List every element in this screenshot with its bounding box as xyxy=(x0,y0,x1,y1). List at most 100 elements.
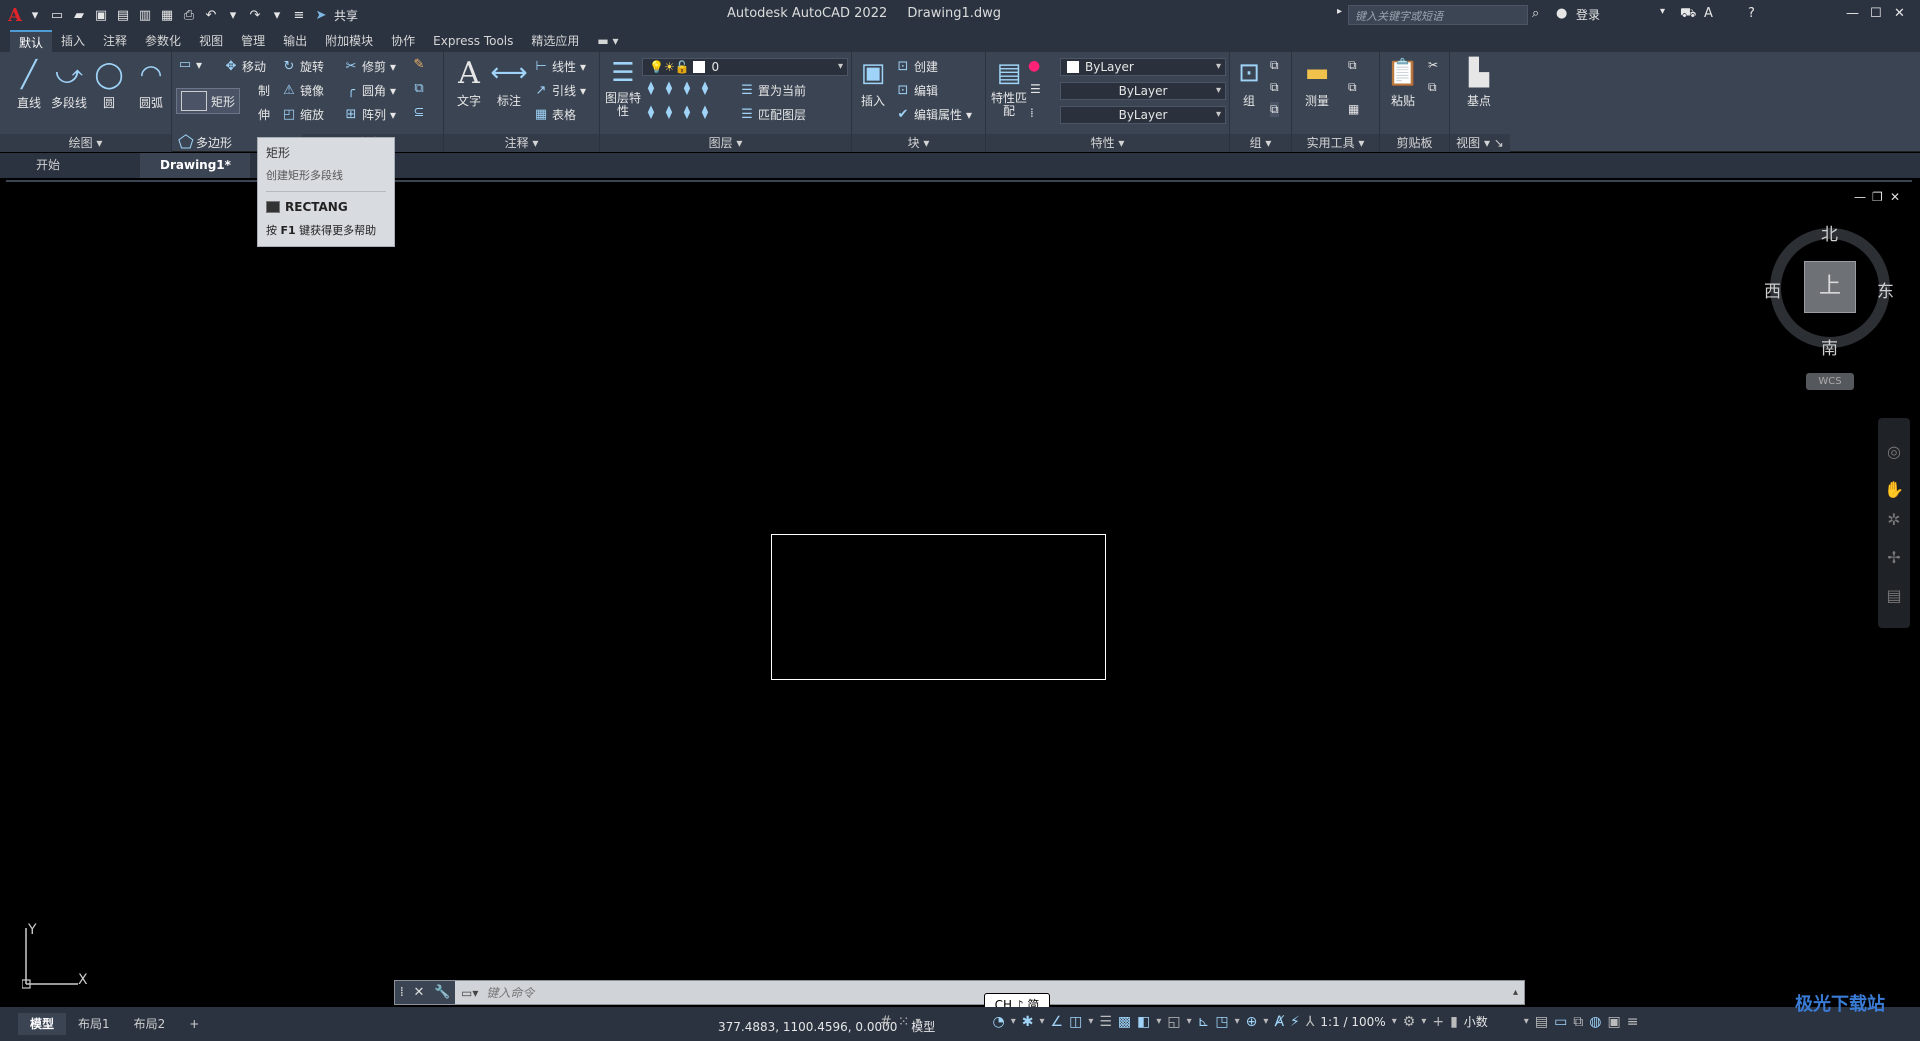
scale-dropdown-icon[interactable]: ▾ xyxy=(1392,1016,1397,1027)
base-point-button[interactable]: ▙ 基点 xyxy=(1458,56,1500,109)
share-button[interactable]: 共享 xyxy=(334,7,358,24)
drawing-tab[interactable]: Drawing1* xyxy=(140,153,250,178)
dropdown-arrow-icon[interactable]: ▾ xyxy=(26,6,44,24)
stretch-button[interactable]: 伸 xyxy=(258,106,270,123)
layer-tool-icon[interactable]: ⧫ xyxy=(662,106,676,120)
drawing-canvas[interactable]: — ❐ ✕ xyxy=(6,180,1912,1008)
array-button[interactable]: ⊞ 阵列 ▾ xyxy=(344,106,397,123)
lineweight-toggle-icon[interactable]: ☰ xyxy=(1099,1014,1112,1030)
maximize-icon[interactable]: ☐ xyxy=(1870,6,1882,21)
object-snap-icon[interactable]: ◫ xyxy=(1069,1014,1082,1030)
cart-icon[interactable]: ⛟ xyxy=(1680,6,1696,23)
polar-dropdown-icon[interactable]: ▾ xyxy=(1011,1016,1016,1027)
polygon-button[interactable]: ⬠ 多边形 xyxy=(178,133,232,151)
utilities-panel-title[interactable]: 实用工具 ▾ xyxy=(1292,134,1379,152)
match-layer-button[interactable]: ☰ 匹配图层 xyxy=(740,106,806,123)
start-tab[interactable]: 开始 xyxy=(0,153,140,178)
dimension-button[interactable]: ⟷ 标注 xyxy=(488,56,530,109)
group-edit-icon[interactable]: ⧉ xyxy=(1270,80,1279,95)
viewport-close-icon[interactable]: ✕ xyxy=(1890,190,1900,204)
rectangle-dropdown-icon[interactable]: ▭ ▾ xyxy=(178,58,202,73)
share-icon[interactable]: ➤ xyxy=(312,6,330,24)
compass-east[interactable]: 东 xyxy=(1877,277,1894,302)
gizmo-dropdown-icon[interactable]: ▾ xyxy=(1263,1016,1268,1027)
login-dropdown-icon[interactable]: ▾ xyxy=(1660,6,1665,17)
close-command-line-icon[interactable]: ✕ xyxy=(414,985,425,1000)
save-icon[interactable]: ▣ xyxy=(92,6,110,24)
explode-button[interactable]: ⧉ xyxy=(412,82,426,96)
tab-addins[interactable]: 附加模块 xyxy=(316,30,382,52)
ungroup-icon[interactable]: ⧉ xyxy=(1270,58,1279,73)
steering-wheel-icon[interactable]: ◎ xyxy=(1884,442,1904,462)
redo-dropdown-icon[interactable]: ▾ xyxy=(268,6,286,24)
autocad-logo-icon[interactable]: A xyxy=(8,5,22,26)
viewcube-top-face[interactable]: 上 xyxy=(1804,261,1856,313)
pan-icon[interactable]: ✋ xyxy=(1884,480,1904,500)
properties-panel-title[interactable]: 特性 ▾ xyxy=(986,134,1229,152)
isodraft-icon[interactable]: ✱ xyxy=(1022,1014,1034,1030)
compass-north[interactable]: 北 xyxy=(1821,220,1838,245)
save-as-icon[interactable]: ▤ xyxy=(114,6,132,24)
polar-tracking-icon[interactable]: ◔ xyxy=(993,1014,1005,1030)
snap-dropdown-icon[interactable]: ▾ xyxy=(915,1016,920,1027)
fillet-button[interactable]: ╭ 圆角 ▾ xyxy=(344,82,396,99)
edit-block-button[interactable]: ⊡ 编辑 xyxy=(896,82,938,99)
selection-dropdown-icon[interactable]: ▾ xyxy=(1156,1016,1161,1027)
isolate-objects-icon[interactable]: ⧉ xyxy=(1573,1014,1583,1030)
tab-insert[interactable]: 插入 xyxy=(52,30,94,52)
tab-view[interactable]: 视图 xyxy=(190,30,232,52)
color-dropdown[interactable]: ByLayer ▾ xyxy=(1060,58,1226,76)
web-mobile-save-icon[interactable]: ▦ xyxy=(158,6,176,24)
search-icon[interactable]: ⌕ xyxy=(1532,6,1539,21)
copy-button[interactable]: 制 xyxy=(258,82,270,99)
block-panel-title[interactable]: 块 ▾ xyxy=(852,134,985,152)
quick-properties-icon[interactable]: ▤ xyxy=(1535,1014,1548,1030)
layer-tool-icon[interactable]: ⧫ xyxy=(644,82,658,96)
autodesk-a360-icon[interactable]: A xyxy=(1704,6,1713,21)
offset-button[interactable]: ⊆ xyxy=(412,106,426,120)
layer-tool-icon[interactable]: ⧫ xyxy=(680,82,694,96)
grid-icon[interactable]: # xyxy=(880,1014,892,1030)
layer-properties-button[interactable]: ☰ 图层特性 xyxy=(602,56,644,118)
snap-icon[interactable]: ⁙ xyxy=(898,1014,910,1030)
customization-menu-icon[interactable]: ≡ xyxy=(1627,1014,1639,1030)
tab-default[interactable]: 默认 xyxy=(10,30,53,52)
measure-button[interactable]: ▬ 测量 xyxy=(1296,56,1338,109)
groups-panel-title[interactable]: 组 ▾ xyxy=(1230,134,1291,152)
help-search-input[interactable]: 键入关键字或短语 xyxy=(1348,5,1528,25)
transparency-icon[interactable]: ▩ xyxy=(1118,1014,1131,1030)
cut-icon[interactable]: ✂ xyxy=(1428,58,1438,72)
trim-button[interactable]: ✂ 修剪 ▾ xyxy=(344,58,397,75)
hardware-acceleration-icon[interactable]: ◍ xyxy=(1589,1014,1601,1030)
tab-collaborate[interactable]: 协作 xyxy=(382,30,424,52)
units-value[interactable]: 小数 xyxy=(1464,1013,1518,1030)
layout-tab-1[interactable]: 布局1 xyxy=(66,1013,122,1035)
filter-dropdown-icon[interactable]: ▾ xyxy=(1235,1016,1240,1027)
web-mobile-open-icon[interactable]: ▥ xyxy=(136,6,154,24)
open-folder-icon[interactable]: ▰ xyxy=(70,6,88,24)
ribbon-minimize-toggle-icon[interactable]: ▬ ▾ xyxy=(588,30,627,52)
layer-dropdown[interactable]: 💡☀🔓 0 ▾ xyxy=(642,58,848,76)
circle-button[interactable]: ◯ 圆 xyxy=(88,58,130,111)
group-select-icon[interactable]: ⧉ xyxy=(1270,102,1279,117)
annotation-scale-value[interactable]: 1:1 / 100% xyxy=(1320,1015,1385,1029)
line-button[interactable]: ╱ 直线 xyxy=(8,58,50,111)
undo-dropdown-icon[interactable]: ▾ xyxy=(224,6,242,24)
tab-parametric[interactable]: 参数化 xyxy=(136,30,190,52)
zoom-extents-icon[interactable]: ✲ xyxy=(1884,510,1904,530)
compass-west[interactable]: 西 xyxy=(1764,277,1781,302)
customize-wrench-icon[interactable]: 🔧 xyxy=(434,985,450,1000)
iso-dropdown-icon[interactable]: ▾ xyxy=(1039,1016,1044,1027)
move-button[interactable]: ✥ 移动 xyxy=(224,58,266,75)
viewport-restore-icon[interactable]: ❐ xyxy=(1872,190,1883,204)
selection-filter-icon[interactable]: ◳ xyxy=(1215,1014,1228,1030)
showmotion-icon[interactable]: ▤ xyxy=(1884,586,1904,606)
expand-search-icon[interactable]: ▸ xyxy=(1337,6,1342,17)
paste-button[interactable]: 📋 粘贴 xyxy=(1382,56,1424,109)
clean-screen-icon[interactable]: ▣ xyxy=(1608,1014,1621,1030)
table-button[interactable]: ▦ 表格 xyxy=(534,106,576,123)
layers-panel-title[interactable]: 图层 ▾ xyxy=(600,134,851,152)
arc-button[interactable]: ◠ 圆弧 xyxy=(130,58,172,111)
minimize-icon[interactable]: — xyxy=(1846,6,1859,21)
tab-express-tools[interactable]: Express Tools xyxy=(424,30,522,52)
